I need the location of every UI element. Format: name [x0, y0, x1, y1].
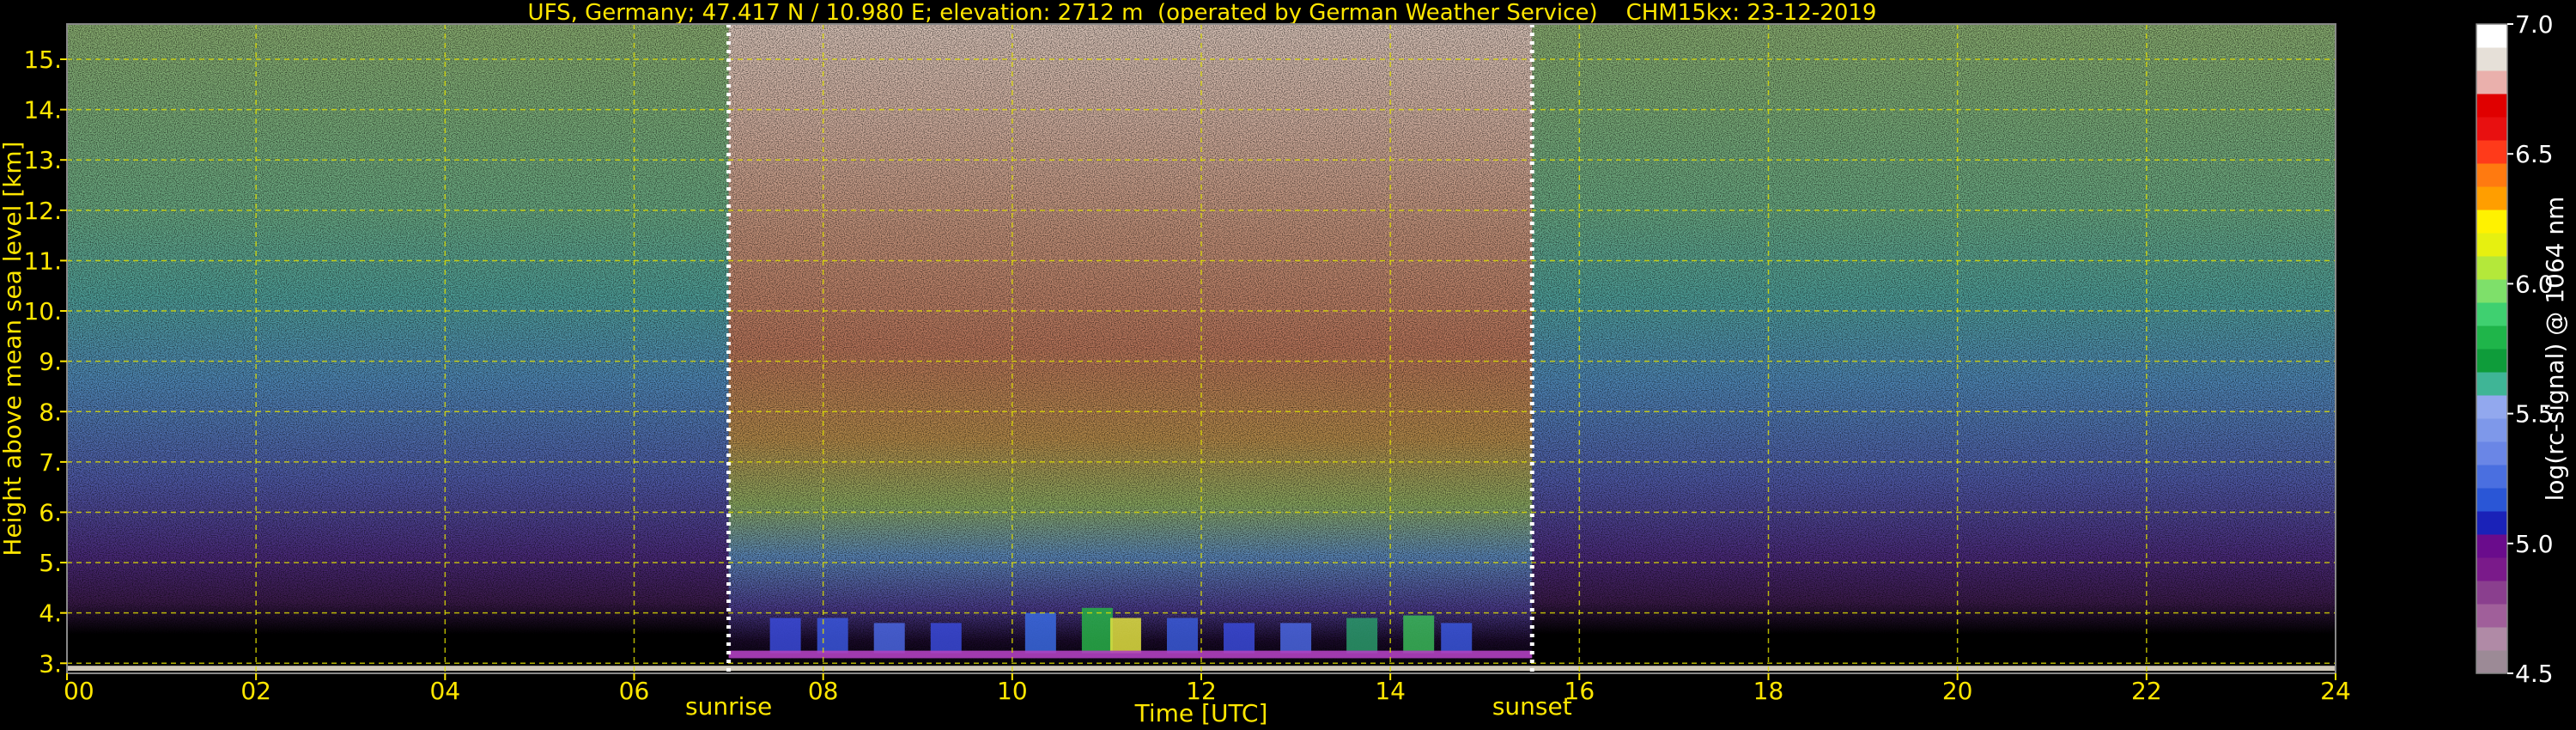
x-tick-label: 22 — [2131, 677, 2162, 705]
colorbar-segment — [2476, 117, 2507, 141]
colorbar-segment — [2476, 604, 2507, 628]
y-tick-label: 14. — [23, 96, 62, 125]
signal-burst — [873, 623, 905, 654]
signal-burst — [1441, 623, 1473, 654]
colorbar-tick-label: 7.0 — [2515, 10, 2554, 39]
signal-burst — [1224, 623, 1255, 654]
colorbar-segment — [2476, 140, 2507, 164]
signal-burst — [1024, 612, 1056, 654]
x-tick-label: 18 — [1753, 677, 1784, 705]
colorbar-segment — [2476, 94, 2507, 118]
colorbar-segment — [2476, 70, 2507, 94]
colorbar-segment — [2476, 163, 2507, 187]
signal-burst — [1081, 607, 1113, 654]
signal-burst — [1403, 615, 1435, 654]
signal-burst — [1346, 617, 1378, 654]
colorbar-segment — [2476, 256, 2507, 280]
y-tick-label: 3. — [39, 649, 62, 678]
colorbar-segment — [2476, 210, 2507, 234]
colorbar-segment — [2476, 465, 2507, 489]
colorbar-tick-label: 6.5 — [2515, 140, 2554, 168]
signal-burst — [769, 617, 801, 654]
plot-area — [67, 24, 2336, 673]
colorbar-segment — [2476, 186, 2507, 210]
y-tick-label: 6. — [39, 498, 62, 526]
signal-burst — [930, 623, 962, 654]
colorbar-segment — [2476, 395, 2507, 419]
y-tick-label: 15. — [23, 46, 62, 74]
colorbar-segment — [2476, 24, 2507, 48]
y-axis-label: Height above mean sea level [km] — [0, 141, 27, 556]
colorbar-segment — [2476, 325, 2507, 350]
y-tick-label: 8. — [39, 398, 62, 426]
colorbar-segment — [2476, 233, 2507, 257]
colorbar-segment — [2476, 418, 2507, 442]
y-tick-label: 11. — [23, 246, 62, 275]
x-tick-label: 20 — [1942, 677, 1973, 705]
signal-burst — [1280, 623, 1312, 654]
x-tick-label: 04 — [430, 677, 461, 705]
y-axis-ticks: 3. 4. 5. 6. 7. 8. 9. 10. 11. 12. 13. 14. 15. — [23, 46, 67, 678]
boundary-layer-band — [728, 650, 1533, 659]
colorbar-segment — [2476, 441, 2507, 465]
colorbar-tick-label: 4.5 — [2515, 660, 2554, 688]
sunset-label: sunset — [1492, 692, 1572, 721]
colorbar-segment — [2476, 372, 2507, 396]
colorbar-segment — [2476, 279, 2507, 303]
y-tick-label: 12. — [23, 197, 62, 225]
y-tick-label: 5. — [39, 549, 62, 577]
colorbar-segment — [2476, 511, 2507, 535]
chart-canvas: 3. 4. 5. 6. 7. 8. 9. 10. 11. 12. 13. 14. 15. 00 02 04 0… — [0, 10, 2569, 727]
x-tick-label: 10 — [997, 677, 1028, 705]
x-tick-label: 00 — [64, 677, 94, 705]
colorbar-segment — [2476, 349, 2507, 373]
sunrise-label: sunrise — [685, 692, 772, 721]
x-tick-label: 24 — [2320, 677, 2351, 705]
y-tick-label: 7. — [39, 448, 62, 477]
x-tick-label: 02 — [240, 677, 271, 705]
signal-burst — [1166, 617, 1198, 654]
colorbar-segment — [2476, 534, 2507, 558]
y-tick-label: 10. — [23, 297, 62, 325]
x-tick-label: 14 — [1375, 677, 1406, 705]
colorbar-segment — [2476, 627, 2507, 651]
colorbar-segment — [2476, 650, 2507, 674]
y-tick-label: 4. — [39, 599, 62, 628]
y-tick-label: 9. — [39, 348, 62, 376]
x-axis-label: Time [UTC] — [1134, 699, 1268, 727]
signal-burst — [817, 617, 848, 654]
colorbar-tick-label: 5.0 — [2515, 530, 2554, 558]
colorbar-segment — [2476, 581, 2507, 605]
colorbar-label: log(rc-signal) @ 1064 nm — [2541, 197, 2569, 502]
colorbar-segment — [2476, 47, 2507, 71]
signal-burst — [1109, 617, 1141, 654]
colorbar-segment — [2476, 302, 2507, 326]
x-tick-label: 08 — [808, 677, 839, 705]
colorbar-segment — [2476, 488, 2507, 512]
y-tick-label: 13. — [23, 146, 62, 174]
x-tick-label: 06 — [619, 677, 650, 705]
colorbar-segment — [2476, 557, 2507, 581]
